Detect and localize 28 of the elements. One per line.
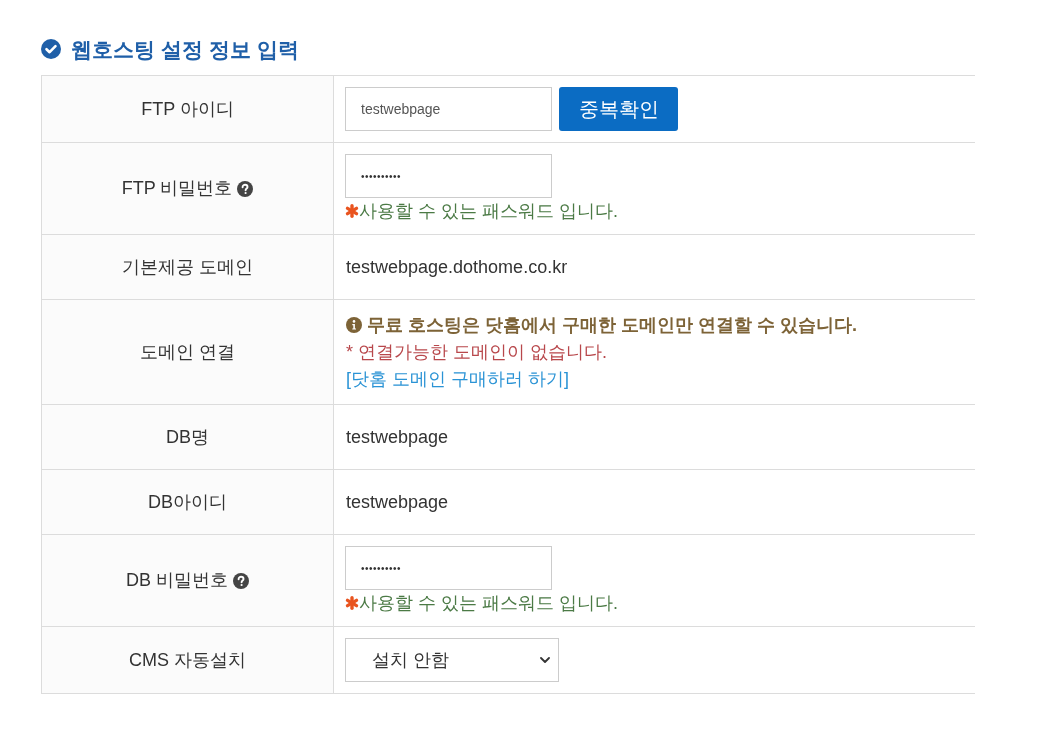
row-label: 도메인 연결 — [140, 340, 235, 364]
row-label: DB아이디 — [148, 490, 227, 514]
error-text: * 연결가능한 도메인이 없습니다. — [346, 340, 607, 364]
password-ok-message: 사용할 수 있는 패스워드 입니다. — [359, 200, 618, 222]
row-label: 기본제공 도메인 — [122, 255, 253, 279]
help-icon[interactable] — [233, 572, 249, 589]
password-ok-message: 사용할 수 있는 패스워드 입니다. — [359, 592, 618, 614]
password-field[interactable]: •••••••••• — [345, 546, 552, 590]
help-icon[interactable] — [237, 180, 254, 197]
row-label: FTP 아이디 — [141, 97, 234, 121]
asterisk-icon — [345, 596, 359, 610]
text-field[interactable]: testwebpage — [345, 87, 552, 131]
row-label: CMS 자동설치 — [129, 648, 246, 672]
field-value: testwebpage — [346, 490, 449, 514]
row-label: DB명 — [166, 425, 209, 449]
info-icon — [346, 317, 362, 333]
duplicate-check-button[interactable]: 중복확인 — [559, 87, 678, 131]
chevron-down-icon — [540, 657, 550, 663]
password-field[interactable]: •••••••••• — [345, 154, 552, 198]
check-circle-icon — [41, 39, 61, 59]
row-label: FTP 비밀번호 — [121, 177, 233, 200]
cms-install-select[interactable]: 설치 안함 — [345, 638, 559, 682]
asterisk-icon — [345, 204, 359, 218]
section-title: 웹호스팅 설정 정보 입력 — [71, 38, 299, 60]
field-value: testwebpage.dothome.co.kr — [346, 255, 568, 279]
field-value: testwebpage — [346, 425, 449, 449]
notice-text: 무료 호스팅은 닷홈에서 구매한 도메인만 연결할 수 있습니다. — [367, 313, 857, 337]
row-label: DB 비밀번호 — [126, 569, 228, 592]
